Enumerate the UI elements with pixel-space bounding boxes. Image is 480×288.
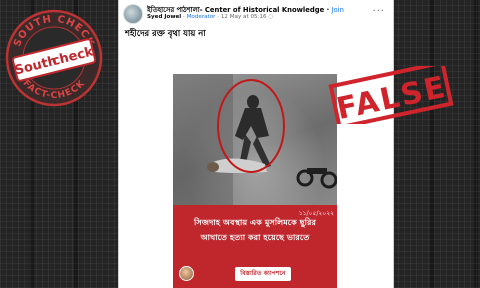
moderator-badge: Moderator <box>186 14 216 20</box>
group-avatar[interactable] <box>123 4 143 24</box>
globe-icon: ◌ <box>268 14 274 20</box>
overlay-band: ১১/০৫/২০২২ সিজদাহ অবস্থায় এক মুসলিমকে ছ… <box>173 205 337 288</box>
overlay-line-1: সিজদাহ অবস্থায় এক মুসলিমকে ছুরির <box>194 217 316 227</box>
verdict-label: FALSE <box>334 70 450 124</box>
poster-name-link[interactable]: Syed Jowel <box>147 14 181 20</box>
more-options-icon[interactable]: ··· <box>372 6 385 17</box>
group-name-link[interactable]: ইতিহাসের পাঠশালা- Center of Historical K… <box>147 6 324 14</box>
details-in-caption-badge: বিস্তারিত ক্যাপশনে <box>235 267 291 281</box>
false-verdict-stamp: FALSE <box>328 66 454 124</box>
overlay-text: সিজদাহ অবস্থায় এক মুসলিমকে ছুরির আঘাতে … <box>175 215 335 245</box>
page-avatar <box>179 266 194 281</box>
cctv-photo <box>173 74 337 205</box>
join-link[interactable]: Join <box>332 6 344 14</box>
post-meta: Syed Jowel · Moderator · 12 May at 05:16… <box>147 14 274 20</box>
post-image[interactable]: ১১/০৫/২০২২ সিজদাহ অবস্থায় এক মুসলিমকে ছ… <box>173 74 337 288</box>
overlay-line-2: আঘাতে হত্যা করা হয়েছে ভারতে <box>200 232 310 242</box>
photo-scene <box>173 74 337 205</box>
post-caption: শহীদের রক্ত বৃথা যায় না <box>125 28 206 38</box>
post-timestamp[interactable]: 12 May at 05:16 <box>221 14 267 20</box>
facebook-post-card: ইতিহাসের পাঠশালা- Center of Historical K… <box>118 0 394 288</box>
south-check-logo: SOUTH CHECK FACT-CHECK South check <box>5 9 103 107</box>
